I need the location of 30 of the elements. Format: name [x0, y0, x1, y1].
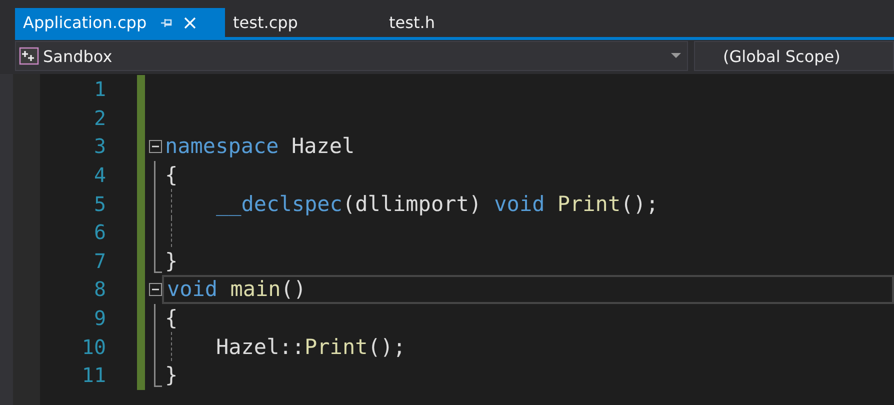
line-number: 8 [92, 277, 106, 302]
collapse-icon[interactable] [148, 282, 162, 296]
line-number: 3 [92, 134, 106, 158]
code-line: __declspec(dllimport) void Print(); [215, 192, 659, 216]
file-tab[interactable]: test.h [381, 8, 537, 37]
line-number: 9 [92, 306, 106, 330]
caret-icon [671, 53, 681, 59]
line-number: 1 [92, 77, 106, 102]
code-line: } [165, 248, 178, 273]
code-line: namespace Hazel [165, 134, 355, 158]
code-line: void main() [167, 277, 306, 302]
project-icon [19, 47, 39, 65]
code-line: { [165, 163, 178, 188]
line-number: 6 [92, 220, 106, 244]
line-number: 2 [92, 106, 106, 130]
close-icon[interactable] [182, 16, 197, 30]
line-number: 10 [80, 334, 106, 359]
collapse-icon[interactable] [148, 140, 162, 153]
code-line: { [165, 306, 178, 330]
file-tab[interactable]: test.cpp [225, 8, 381, 37]
project-dropdown[interactable]: Sandbox [15, 41, 688, 71]
pin-icon[interactable] [160, 18, 173, 28]
file-tab[interactable]: Application.cpp [15, 8, 225, 37]
line-number: 11 [80, 363, 106, 388]
scope-dropdown[interactable]: (Global Scope) [694, 41, 894, 71]
line-number: 7 [92, 248, 106, 273]
code-line: } [165, 363, 178, 388]
line-number: 4 [92, 163, 106, 188]
line-number: 5 [92, 192, 106, 216]
code-line: Hazel::Print(); [215, 334, 406, 359]
